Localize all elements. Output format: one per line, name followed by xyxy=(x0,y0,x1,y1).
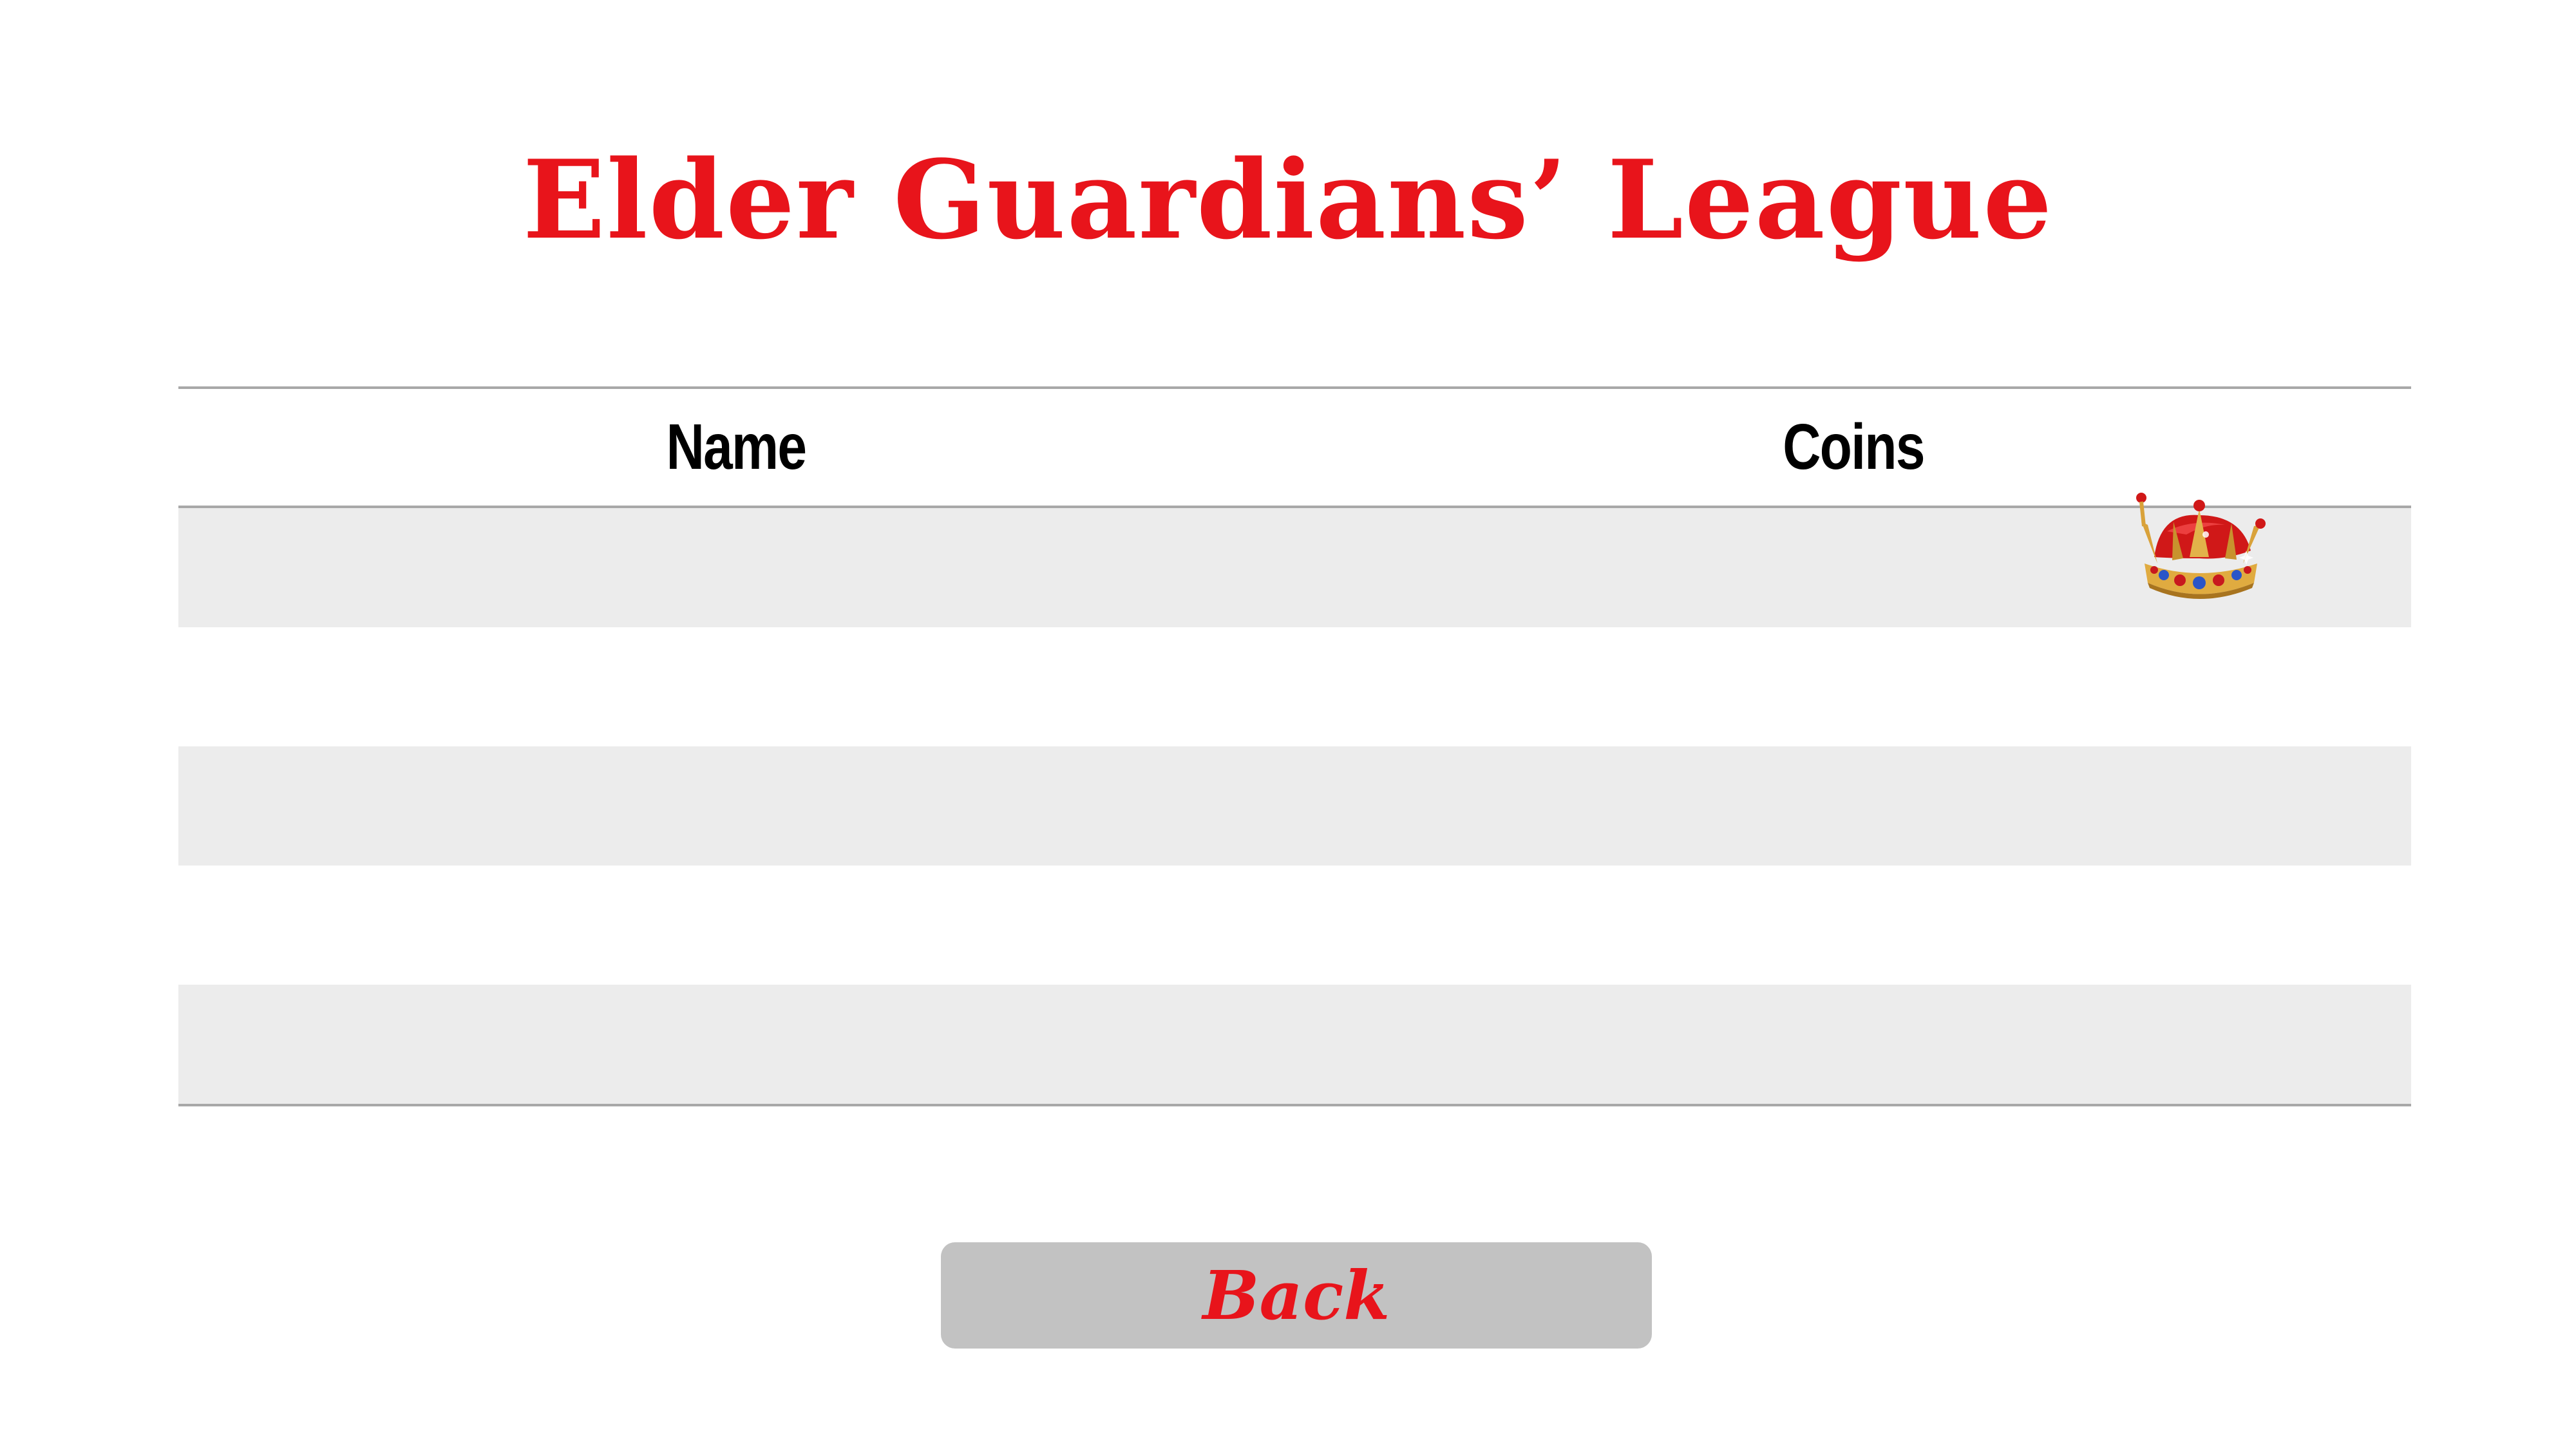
table-row xyxy=(178,985,2411,1104)
table-row xyxy=(178,508,2411,627)
crown-icon xyxy=(2136,493,2266,599)
back-button[interactable]: Back xyxy=(941,1242,1652,1349)
table-row xyxy=(178,866,2411,985)
table-header-row: Name Coins xyxy=(178,389,2411,506)
table-row xyxy=(178,627,2411,746)
column-header-name: Name xyxy=(666,411,807,483)
leaderboard-table: Name Coins xyxy=(178,386,2411,1106)
page-title: Elder Guardians’ League xyxy=(522,136,2054,263)
table-row xyxy=(178,746,2411,866)
table-bottom-divider xyxy=(178,1104,2411,1106)
back-button-label: Back xyxy=(1202,1256,1390,1335)
